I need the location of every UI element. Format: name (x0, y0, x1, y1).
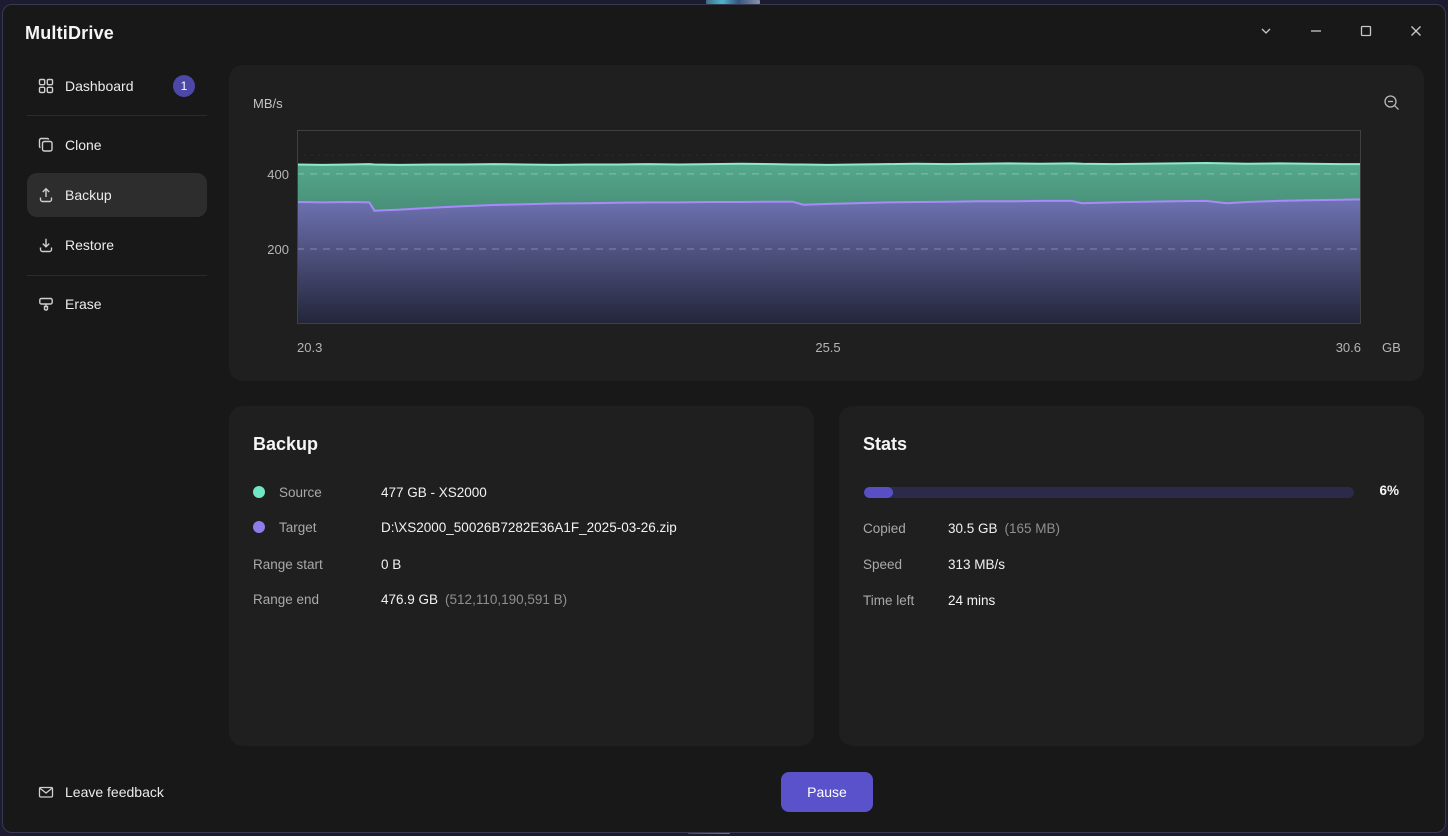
row-label: Range start (253, 556, 323, 572)
close-button[interactable] (1396, 13, 1436, 53)
maximize-button[interactable] (1346, 13, 1386, 53)
minimize-button[interactable] (1296, 13, 1336, 53)
x-tick-end: 30.6 (1335, 340, 1361, 355)
source-color-dot (253, 486, 265, 498)
minimize-icon (1309, 24, 1323, 43)
sidebar-item-label: Erase (65, 296, 102, 312)
titlebar-menu-button[interactable] (1246, 13, 1286, 53)
maximize-icon (1359, 24, 1373, 43)
speed-chart-card: MB/s 400 200 20.3 25.5 30.6 GB (229, 65, 1424, 381)
backup-card-title: Backup (253, 434, 319, 454)
row-label: Target (279, 519, 317, 535)
sidebar-item-label: Dashboard (65, 78, 134, 94)
sidebar-item-label: Backup (65, 187, 112, 203)
row-label: Time left (863, 592, 915, 608)
y-axis-unit-label: MB/s (253, 96, 283, 111)
download-icon (37, 236, 55, 254)
row-label: Copied (863, 520, 906, 536)
backup-details-card: Backup Source 477 GB - XS2000 Target D:\… (229, 406, 814, 746)
source-value: 477 GB - XS2000 (381, 484, 487, 500)
range-start-value: 0 B (381, 556, 402, 572)
range-end-bytes: (512,110,190,591 B) (445, 591, 568, 607)
copied-row: Copied 30.5 GB (165 MB) (863, 519, 1400, 537)
range-start-row: Range start 0 B (253, 555, 790, 573)
sidebar-divider (27, 275, 207, 276)
x-tick-start: 20.3 (297, 340, 323, 355)
x-tick-mid: 25.5 (815, 340, 841, 355)
close-icon (1409, 24, 1423, 43)
sidebar-item-erase[interactable]: Erase (27, 282, 207, 326)
time-left-row: Time left 24 mins (863, 591, 1400, 609)
backup-progress-bar (864, 487, 1354, 498)
leave-feedback-button[interactable]: Leave feedback (27, 770, 217, 814)
backup-target-row: Target D:\XS2000_50026B7282E36A1F_2025-0… (253, 518, 790, 536)
leave-feedback-label: Leave feedback (65, 784, 164, 800)
sidebar-item-clone[interactable]: Clone (27, 123, 207, 167)
row-label: Source (279, 484, 322, 500)
backup-source-row: Source 477 GB - XS2000 (253, 483, 790, 501)
speed-chart-svg (296, 130, 1362, 324)
sidebar-item-restore[interactable]: Restore (27, 223, 207, 267)
sidebar-item-backup[interactable]: Backup (27, 173, 207, 217)
speed-value: 313 MB/s (948, 556, 1006, 572)
progress-fill (864, 487, 894, 498)
clone-icon (37, 136, 55, 154)
stats-card-title: Stats (863, 434, 908, 454)
chevron-down-icon (1259, 24, 1273, 43)
copied-value: 30.5 GB (948, 520, 998, 536)
stats-card: Stats 6% Copied 30.5 GB (165 MB) Speed 3… (839, 406, 1424, 746)
time-left-value: 24 mins (948, 592, 996, 608)
row-label: Speed (863, 556, 903, 572)
sidebar-item-dashboard[interactable]: Dashboard 1 (27, 64, 207, 108)
target-value: D:\XS2000_50026B7282E36A1F_2025-03-26.zi… (381, 519, 677, 535)
target-color-dot (253, 521, 265, 533)
magnifier-minus-icon (1382, 93, 1402, 118)
upload-icon (37, 186, 55, 204)
y-tick-400: 400 (267, 167, 289, 182)
row-label: Range end (253, 591, 320, 607)
progress-percent-label: 6% (1379, 483, 1399, 498)
range-end-row: Range end 476.9 GB (512,110,190,591 B) (253, 590, 790, 608)
zoom-out-button[interactable] (1377, 90, 1407, 120)
app-title: MultiDrive (25, 23, 115, 43)
sidebar-item-label: Restore (65, 237, 115, 253)
envelope-icon (37, 783, 55, 801)
copied-chunk-value: (165 MB) (1004, 520, 1061, 536)
dashboard-notification-badge: 1 (173, 75, 195, 97)
range-end-value: 476.9 GB (381, 591, 439, 607)
multidrive-window: MultiDrive Dashboard 1 Clone Backup Rest… (2, 4, 1446, 833)
speed-chart-plot (296, 130, 1362, 324)
sidebar-item-label: Clone (65, 137, 102, 153)
dashboard-grid-icon (37, 77, 55, 95)
eraser-icon (37, 295, 55, 313)
pause-button[interactable]: Pause (781, 772, 873, 812)
y-tick-200: 200 (267, 242, 289, 257)
speed-row: Speed 313 MB/s (863, 555, 1400, 573)
x-axis-unit-label: GB (1382, 340, 1401, 355)
sidebar-divider (27, 115, 207, 116)
